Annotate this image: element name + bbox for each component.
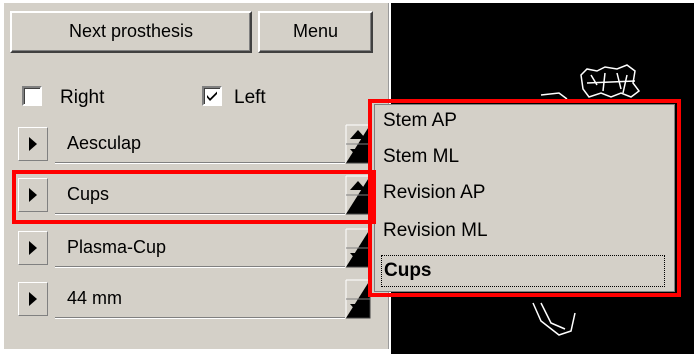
menu-button[interactable]: Menu [258,11,373,53]
category-field[interactable]: Cups [55,175,345,214]
category-dropdown-list: Stem AP Stem ML Revision AP Revision ML … [374,104,675,292]
dropdown-option[interactable]: Revision AP [381,178,665,210]
right-checkbox[interactable] [22,86,42,106]
checkmark-icon [207,91,217,101]
next-prosthesis-button[interactable]: Next prosthesis [10,11,252,53]
play-arrow-icon [29,188,37,202]
size-field[interactable]: 44 mm [55,279,345,318]
expand-button[interactable] [18,178,48,212]
selector-row-category: Cups [12,175,371,218]
dropdown-option[interactable]: Revision ML [381,216,665,248]
play-arrow-icon [29,137,37,151]
left-checkbox[interactable] [202,86,222,106]
control-panel: Next prosthesis Menu Right Left Aesculap [4,3,389,349]
dropdown-option-selected[interactable]: Cups [381,255,665,287]
size-value: 44 mm [67,288,123,308]
selector-row-model: Plasma-Cup [12,228,371,271]
left-checkbox-label: Left [234,87,266,108]
category-value: Cups [67,184,110,204]
prosthesis-planner-window: Next prosthesis Menu Right Left Aesculap [0,0,698,357]
dropdown-option[interactable]: Stem ML [381,142,665,174]
size-spinner[interactable] [345,279,371,319]
selector-row-manufacturer: Aesculap [12,124,371,167]
dropdown-option[interactable]: Stem AP [381,106,665,138]
expand-button[interactable] [18,231,48,265]
manufacturer-value: Aesculap [67,133,142,153]
right-checkbox-label: Right [60,87,105,108]
model-field[interactable]: Plasma-Cup [55,228,345,267]
model-spinner[interactable] [345,228,371,268]
play-arrow-icon [29,241,37,255]
manufacturer-field[interactable]: Aesculap [55,124,345,163]
manufacturer-spinner[interactable] [345,124,371,164]
expand-button[interactable] [18,127,48,161]
expand-button[interactable] [18,282,48,316]
model-value: Plasma-Cup [67,237,167,257]
category-spinner[interactable] [345,175,371,215]
selector-row-size: 44 mm [12,279,371,322]
play-arrow-icon [29,292,37,306]
